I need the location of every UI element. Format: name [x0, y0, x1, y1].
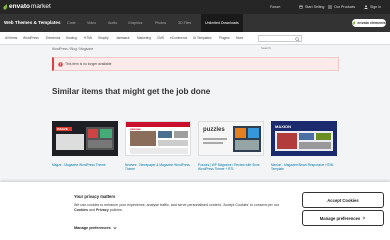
- item-card[interactable]: puzzles Puzzles | WP Magazine / Review w…: [198, 121, 264, 172]
- nav-3d-files[interactable]: 3D Files: [178, 14, 191, 32]
- item-thumbnail[interactable]: newsee: [125, 121, 191, 156]
- manage-preferences-label: Manage preferences: [319, 215, 361, 221]
- chevron-right-icon: [363, 216, 366, 220]
- item-title[interactable]: Newsee - Newspaper & Magazine WordPress …: [125, 163, 191, 172]
- sign-in-link[interactable]: Sign In: [364, 0, 381, 14]
- subnav-marketing[interactable]: Marketing: [137, 32, 151, 45]
- our-products-link[interactable]: Our Products: [328, 0, 355, 14]
- search-input[interactable]: [259, 45, 301, 51]
- warning-icon: [58, 62, 63, 67]
- subnav-all-items[interactable]: All Items: [5, 32, 17, 45]
- item-title[interactable]: Magze - Magazine WordPress Theme: [52, 163, 118, 167]
- start-selling-label: Start Selling: [305, 5, 325, 9]
- nav-unlimited-downloads[interactable]: Unlimited Downloads: [201, 14, 243, 32]
- subnav-hosting[interactable]: Hosting: [66, 32, 77, 45]
- privacy-policy-link[interactable]: Privacy: [96, 208, 109, 212]
- brand-product: market: [30, 3, 51, 10]
- search-field[interactable]: [258, 35, 302, 51]
- cookie-text-body: We use cookies to enhance your experienc…: [74, 203, 280, 207]
- card-thumbnail-label: MAXION: [275, 124, 291, 129]
- store-icon: [299, 5, 303, 9]
- start-selling-link[interactable]: Start Selling: [299, 0, 324, 14]
- item-card[interactable]: MAXION Maxion - Magazine/News Responsive…: [271, 121, 337, 172]
- subnav-shopify[interactable]: Shopify: [98, 32, 109, 45]
- card-thumbnail-label: MAGZE: [57, 127, 68, 131]
- subnav-wordpress[interactable]: WordPress: [23, 32, 39, 45]
- accept-cookies-button[interactable]: Accept Cookies: [302, 192, 384, 208]
- subnav-html[interactable]: HTML: [84, 32, 93, 45]
- nav-code[interactable]: Code: [67, 14, 76, 32]
- manage-preferences-link-label: Manage preferences: [74, 226, 111, 230]
- envato-elements-label: envato elements: [357, 21, 386, 25]
- main-nav: Web Themes & Templates Code Video Audio …: [0, 14, 390, 32]
- card-thumbnail-label: puzzles: [203, 127, 225, 133]
- item-card[interactable]: newsee Newsee - Newspaper & Magazine Wor…: [125, 121, 191, 172]
- subnav-cms[interactable]: CMS: [157, 32, 164, 45]
- cookie-title: Your privacy matters: [74, 194, 116, 199]
- nav-video[interactable]: Video: [87, 14, 96, 32]
- subnav-elementor[interactable]: Elementor: [46, 32, 61, 45]
- cookie-text: We use cookies to enhance your experienc…: [74, 203, 289, 212]
- item-card[interactable]: MAGZE Magze - Magazine WordPress Theme: [52, 121, 118, 167]
- item-title[interactable]: Maxion - Magazine/News Responsive HTML T…: [271, 163, 337, 172]
- nav-web-themes[interactable]: Web Themes & Templates: [4, 14, 61, 32]
- nav-graphics[interactable]: Graphics: [128, 14, 142, 32]
- forum-link[interactable]: Forum: [270, 0, 280, 14]
- cookie-banner: Your privacy matters We use cookies to e…: [0, 182, 390, 240]
- cookie-text-end: policies.: [108, 207, 123, 212]
- subnav-ui-templates[interactable]: UI Templates: [193, 32, 212, 45]
- similar-items-heading: Similar items that might get the job don…: [52, 87, 211, 96]
- cookie-text-and: and: [87, 207, 96, 212]
- forum-label: Forum: [270, 5, 281, 9]
- envato-elements-logo[interactable]: envato elements: [352, 19, 386, 27]
- sign-in-label: Sign In: [370, 5, 382, 9]
- user-icon: [364, 5, 368, 9]
- leaf-icon: [3, 4, 8, 10]
- brand-name: envato: [9, 3, 30, 10]
- accept-cookies-label: Accept Cookies: [327, 197, 359, 203]
- alert-message: This item is no longer available: [65, 62, 112, 66]
- top-bar: envato market Forum Start Selling Our Pr…: [0, 0, 390, 14]
- unavailable-alert: This item is no longer available: [52, 57, 339, 71]
- breadcrumb[interactable]: WordPress / Blog / Magazine: [52, 47, 93, 51]
- our-products-label: Our Products: [334, 5, 356, 9]
- cookies-policy-link[interactable]: Cookies: [74, 208, 88, 212]
- nav-audio[interactable]: Audio: [108, 14, 117, 32]
- item-thumbnail[interactable]: MAGZE: [52, 121, 118, 156]
- search-icon[interactable]: [295, 37, 300, 42]
- subnav-plugins[interactable]: Plugins: [219, 32, 229, 45]
- grid-icon: [328, 5, 332, 9]
- chevron-down-icon: [113, 227, 117, 230]
- manage-preferences-link[interactable]: Manage preferences: [74, 226, 117, 230]
- subnav-jamstack[interactable]: Jamstack: [116, 32, 129, 45]
- card-thumbnail-label: newsee: [130, 127, 141, 131]
- item-thumbnail[interactable]: MAXION: [271, 121, 337, 156]
- envato-market-logo[interactable]: envato market: [3, 3, 51, 11]
- subnav-ecommerce[interactable]: eCommerce: [170, 32, 187, 45]
- subnav-more[interactable]: More: [236, 32, 243, 45]
- item-title[interactable]: Puzzles | WP Magazine / Review with Stor…: [198, 163, 264, 172]
- manage-preferences-button[interactable]: Manage preferences: [302, 210, 384, 226]
- nav-photos[interactable]: Photos: [155, 14, 166, 32]
- category-nav: All Items WordPress Elementor Hosting HT…: [0, 32, 390, 51]
- item-thumbnail[interactable]: puzzles: [198, 121, 264, 156]
- leaf-icon: [352, 21, 356, 25]
